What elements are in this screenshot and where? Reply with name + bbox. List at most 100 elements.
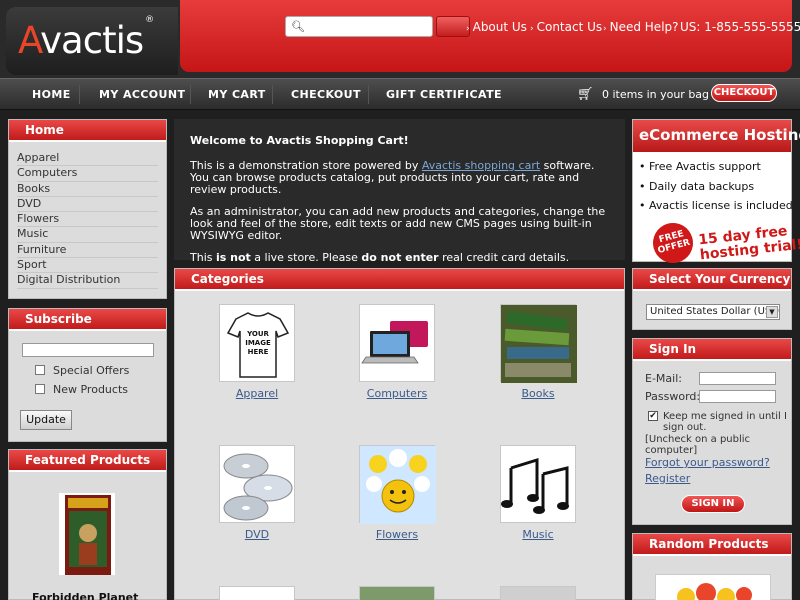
category-label-flowers[interactable]: Flowers <box>347 528 447 541</box>
contact-us-link[interactable]: › Contact Us <box>530 20 602 34</box>
currency-selected-value: United States Dollar (USD) <box>650 306 780 317</box>
signin-title: Sign In <box>633 339 791 361</box>
public-computer-note: [Uncheck on a public computer] <box>645 434 751 456</box>
categories-panel: Categories YOUR IMAGE HERE Apparel Compu… <box>174 268 625 600</box>
category-tile[interactable] <box>219 586 295 600</box>
category-link-apparel[interactable]: Apparel <box>17 151 158 167</box>
category-link-furniture[interactable]: Furniture <box>17 243 158 259</box>
subscribe-panel: Subscribe Special Offers New Products Up… <box>8 308 167 442</box>
discs-image <box>223 453 293 521</box>
keep-signed-in-checkbox[interactable]: ✔ <box>648 411 658 421</box>
ecommerce-hosting-banner[interactable]: eCommerce Hosting • Free Avactis support… <box>632 119 800 268</box>
category-label-dvd[interactable]: DVD <box>207 528 307 541</box>
category-link-dvd[interactable]: DVD <box>17 197 158 213</box>
about-us-link[interactable]: › About Us <box>466 20 527 34</box>
nav-divider <box>368 85 369 104</box>
new-products-checkbox[interactable] <box>35 384 45 394</box>
category-tile-music[interactable] <box>500 445 576 523</box>
nav-my-account[interactable]: MY ACCOUNT <box>99 88 185 101</box>
featured-product-image[interactable] <box>58 492 116 576</box>
signin-panel: Sign In E-Mail: Password: ✔ Keep me sign… <box>632 338 792 525</box>
category-label-music[interactable]: Music <box>488 528 588 541</box>
nav-my-cart[interactable]: MY CART <box>208 88 266 101</box>
nav-divider <box>272 85 273 104</box>
welcome-paragraph-3: This is not a live store. Please do not … <box>190 252 615 264</box>
free-offer-badge: FREE OFFER <box>648 218 698 268</box>
new-products-option[interactable]: New Products <box>35 383 128 396</box>
welcome-p3-a: This <box>190 251 216 264</box>
banner-feature-support: • Free Avactis support <box>639 160 761 173</box>
forgot-password-link[interactable]: Forgot your password? <box>645 456 770 469</box>
logo-rest: vactis <box>40 19 144 62</box>
music-notes-image <box>501 457 569 514</box>
category-link-flowers[interactable]: Flowers <box>17 212 158 228</box>
category-label-books[interactable]: Books <box>488 387 588 400</box>
banner-feature-license: • Avactis license is included <box>639 199 793 212</box>
welcome-p3-c: a live store. Please <box>250 251 362 264</box>
welcome-section: Welcome to Avactis Shopping Cart! This i… <box>174 119 625 264</box>
laptops-image <box>361 321 428 364</box>
nav-gift-certificate[interactable]: GIFT CERTIFICATE <box>386 88 502 101</box>
search-input[interactable] <box>304 18 430 35</box>
welcome-paragraph-1: This is a demonstration store powered by… <box>190 160 615 196</box>
random-product-image[interactable] <box>655 574 771 600</box>
category-tile-apparel[interactable]: YOUR IMAGE HERE <box>219 304 295 382</box>
category-link-computers[interactable]: Computers <box>17 166 158 182</box>
random-products-panel: Random Products <box>632 533 792 600</box>
flowers-image <box>360 446 436 524</box>
category-label-apparel[interactable]: Apparel <box>207 387 307 400</box>
category-link-music[interactable]: Music <box>17 227 158 243</box>
logo[interactable]: Avactis ® <box>18 15 154 62</box>
home-panel-title[interactable]: Home <box>9 120 166 142</box>
header: Avactis ® <box>0 0 800 78</box>
special-offers-checkbox[interactable] <box>35 365 45 375</box>
welcome-paragraph-2: As an administrator, you can add new pro… <box>190 205 606 242</box>
contact-us-label: Contact Us <box>536 20 603 34</box>
cart-summary[interactable]: 0 items in your bag <box>602 88 709 101</box>
category-tile[interactable] <box>500 586 576 600</box>
featured-product-name[interactable]: Forbidden Planet <box>32 591 138 600</box>
welcome-p3-e: real credit card details. <box>438 251 570 264</box>
email-field[interactable] <box>699 372 776 385</box>
dvd-cover-image <box>65 495 111 575</box>
category-label-computers[interactable]: Computers <box>347 387 447 400</box>
featured-products-title: Featured Products <box>9 450 166 472</box>
new-products-label: New Products <box>53 383 128 396</box>
trial-text: 15 day free hosting trial! <box>698 223 800 263</box>
category-link-sport[interactable]: Sport <box>17 258 158 274</box>
logo-box: Avactis ® <box>6 7 178 75</box>
banner-feature-backups: • Daily data backups <box>639 180 755 193</box>
search-button[interactable] <box>436 16 470 37</box>
checkout-button[interactable]: CHECKOUT <box>711 84 777 102</box>
books-image <box>501 305 577 383</box>
cart-icon[interactable]: 🛒︎ <box>577 87 594 102</box>
welcome-p3-bold-2: do not enter <box>361 251 439 264</box>
special-offers-option[interactable]: Special Offers <box>35 364 129 377</box>
category-list: Apparel Computers Books DVD Flowers Musi… <box>9 142 166 289</box>
need-help-link[interactable]: › Need Help? <box>603 20 679 34</box>
category-tile-flowers[interactable] <box>359 445 436 524</box>
category-link-books[interactable]: Books <box>17 182 158 197</box>
tshirt-image-text: YOUR IMAGE HERE <box>245 330 271 356</box>
chevron-down-icon[interactable]: ▼ <box>766 306 778 318</box>
welcome-title: Welcome to Avactis Shopping Cart! <box>190 134 409 147</box>
home-panel: Home Apparel Computers Books DVD Flowers… <box>8 119 167 299</box>
register-link[interactable]: Register <box>645 472 690 485</box>
category-tile-computers[interactable] <box>359 304 435 382</box>
currency-title: Select Your Currency <box>633 269 791 291</box>
nav-checkout[interactable]: CHECKOUT <box>291 88 361 101</box>
category-link-digital-distribution[interactable]: Digital Distribution <box>17 273 158 289</box>
currency-panel: Select Your Currency United States Dolla… <box>632 268 792 330</box>
update-button[interactable]: Update <box>20 410 72 430</box>
sign-in-button[interactable]: SIGN IN <box>681 495 745 513</box>
phone-number: US: 1-855-555-5555 <box>680 20 800 34</box>
nav-home[interactable]: HOME <box>32 88 71 101</box>
currency-select[interactable]: United States Dollar (USD) ▼ <box>646 304 780 320</box>
category-tile-books[interactable] <box>500 304 577 383</box>
category-tile[interactable] <box>359 586 435 600</box>
category-tile-dvd[interactable] <box>219 445 295 523</box>
keep-signed-in-label: Keep me signed in until I sign out. <box>663 411 787 433</box>
subscribe-email-input[interactable] <box>22 343 154 357</box>
password-field[interactable] <box>699 390 776 403</box>
search-box: 🔍︎ <box>285 16 433 37</box>
